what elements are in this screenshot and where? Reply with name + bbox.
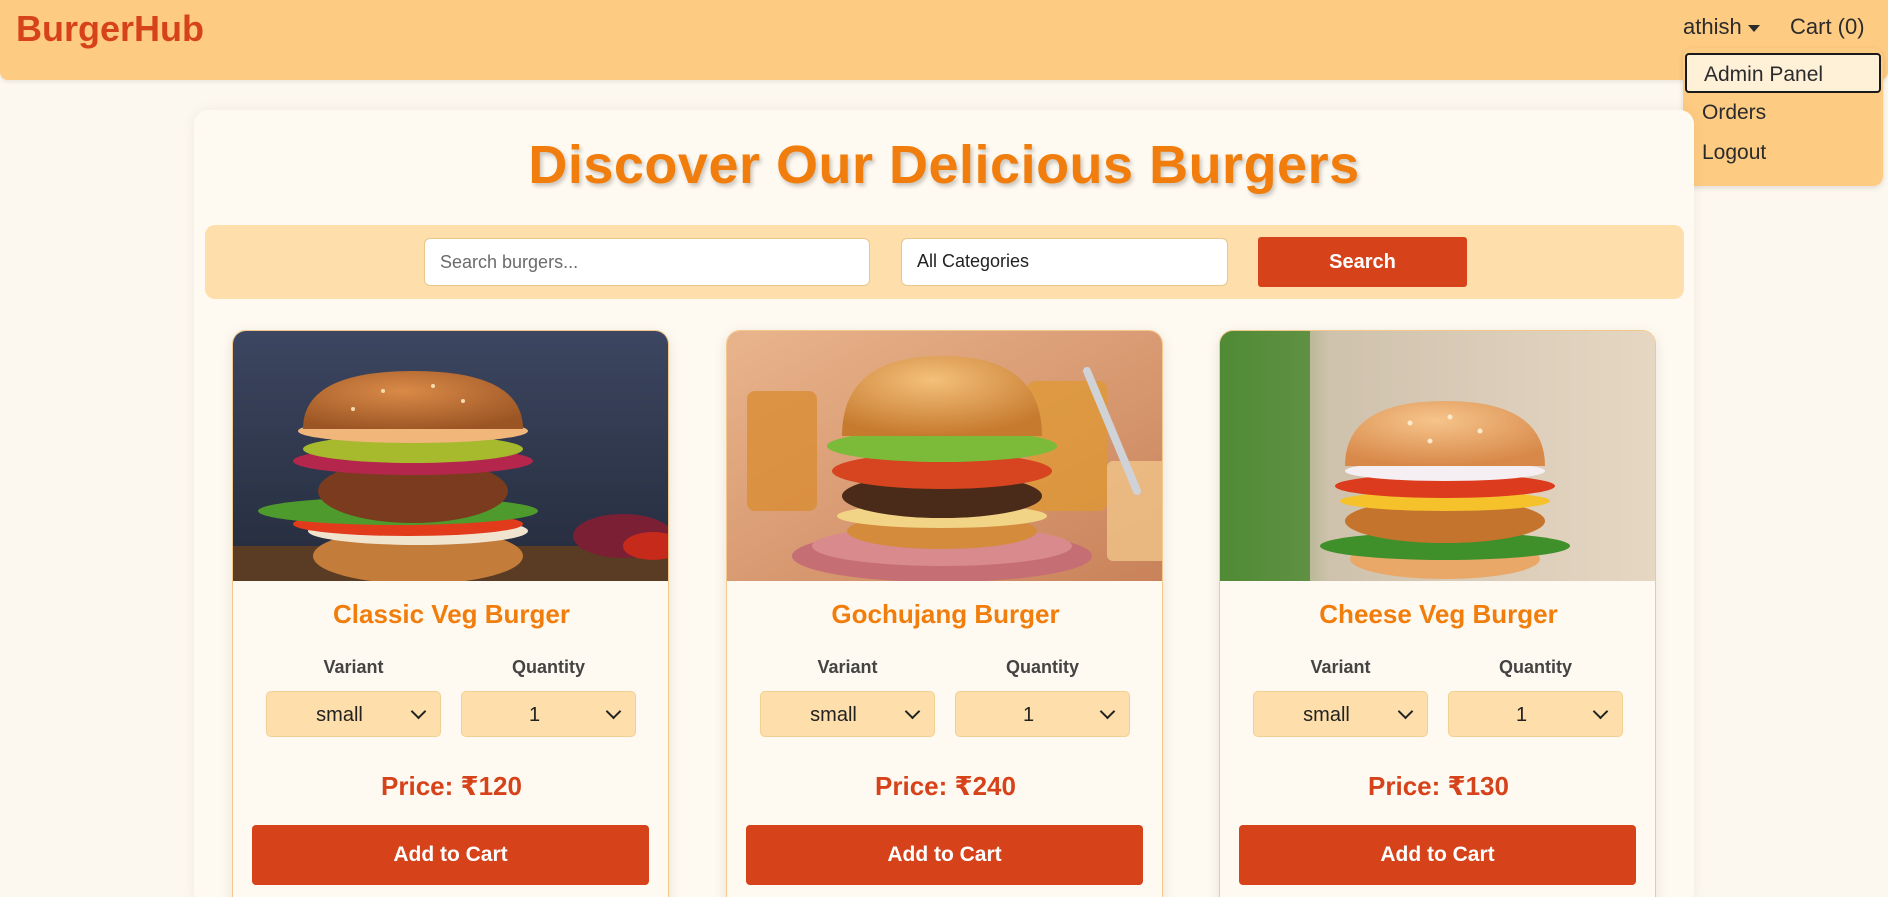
- variant-select[interactable]: small: [266, 691, 441, 737]
- menu-item-orders[interactable]: Orders: [1683, 93, 1883, 133]
- category-select[interactable]: All Categories: [901, 238, 1228, 286]
- variant-value: small: [810, 704, 857, 726]
- user-menu-toggle[interactable]: athish: [1683, 14, 1760, 40]
- chevron-down-icon: [605, 703, 622, 720]
- cart-link[interactable]: Cart (0): [1790, 14, 1865, 40]
- product-price: Price: ₹120: [381, 771, 522, 801]
- quantity-value: 1: [1515, 704, 1528, 726]
- product-price: Price: ₹130: [1368, 771, 1509, 801]
- product-card: Cheese Veg Burger Variant Quantity small…: [1219, 330, 1656, 897]
- quantity-value: 1: [528, 704, 541, 726]
- variant-label: Variant: [1310, 657, 1371, 677]
- chevron-down-icon: [1397, 703, 1414, 720]
- add-to-cart-button[interactable]: Add to Cart: [252, 825, 649, 885]
- menu-item-admin-panel[interactable]: Admin Panel: [1685, 53, 1881, 93]
- quantity-label: Quantity: [1005, 657, 1079, 677]
- search-bar: All Categories Search: [205, 225, 1684, 299]
- product-card: Classic Veg Burger Variant Quantity smal…: [232, 330, 669, 897]
- quantity-select[interactable]: 1: [1448, 691, 1623, 737]
- product-price: Price: ₹240: [875, 771, 1016, 801]
- product-card: Gochujang Burger Variant Quantity small …: [726, 330, 1163, 897]
- variant-value: small: [316, 704, 363, 726]
- add-to-cart-button[interactable]: Add to Cart: [746, 825, 1143, 885]
- quantity-value: 1: [1022, 704, 1035, 726]
- variant-select[interactable]: small: [760, 691, 935, 737]
- variant-select[interactable]: small: [1253, 691, 1428, 737]
- variant-label: Variant: [323, 657, 384, 677]
- page-title: Discover Our Delicious Burgers: [528, 135, 1360, 195]
- user-name: athish: [1683, 14, 1742, 39]
- gochujang-burger-image: [727, 331, 1162, 581]
- quantity-label: Quantity: [511, 657, 585, 677]
- cheese-veg-burger-image: [1220, 331, 1655, 581]
- chevron-down-icon: [1592, 703, 1609, 720]
- classic-veg-burger-image: [233, 331, 668, 581]
- quantity-label: Quantity: [1498, 657, 1572, 677]
- quantity-select[interactable]: 1: [461, 691, 636, 737]
- caret-down-icon: [1747, 24, 1760, 32]
- menu-item-logout[interactable]: Logout: [1683, 133, 1883, 173]
- variant-label: Variant: [817, 657, 878, 677]
- main-container: Discover Our Delicious Burgers All Categ…: [194, 110, 1694, 897]
- variant-value: small: [1303, 704, 1350, 726]
- user-dropdown-menu: Admin Panel Orders Logout: [1683, 48, 1883, 186]
- product-name: Gochujang Burger: [831, 599, 1060, 629]
- search-input[interactable]: [424, 238, 870, 286]
- product-name: Cheese Veg Burger: [1319, 599, 1558, 629]
- search-button[interactable]: Search: [1258, 237, 1467, 287]
- navbar: BurgerHub athish Cart (0): [0, 0, 1888, 80]
- chevron-down-icon: [410, 703, 427, 720]
- brand-logo[interactable]: BurgerHub: [16, 8, 204, 50]
- chevron-down-icon: [904, 703, 921, 720]
- add-to-cart-button[interactable]: Add to Cart: [1239, 825, 1636, 885]
- product-name: Classic Veg Burger: [333, 599, 570, 629]
- chevron-down-icon: [1099, 703, 1116, 720]
- quantity-select[interactable]: 1: [955, 691, 1130, 737]
